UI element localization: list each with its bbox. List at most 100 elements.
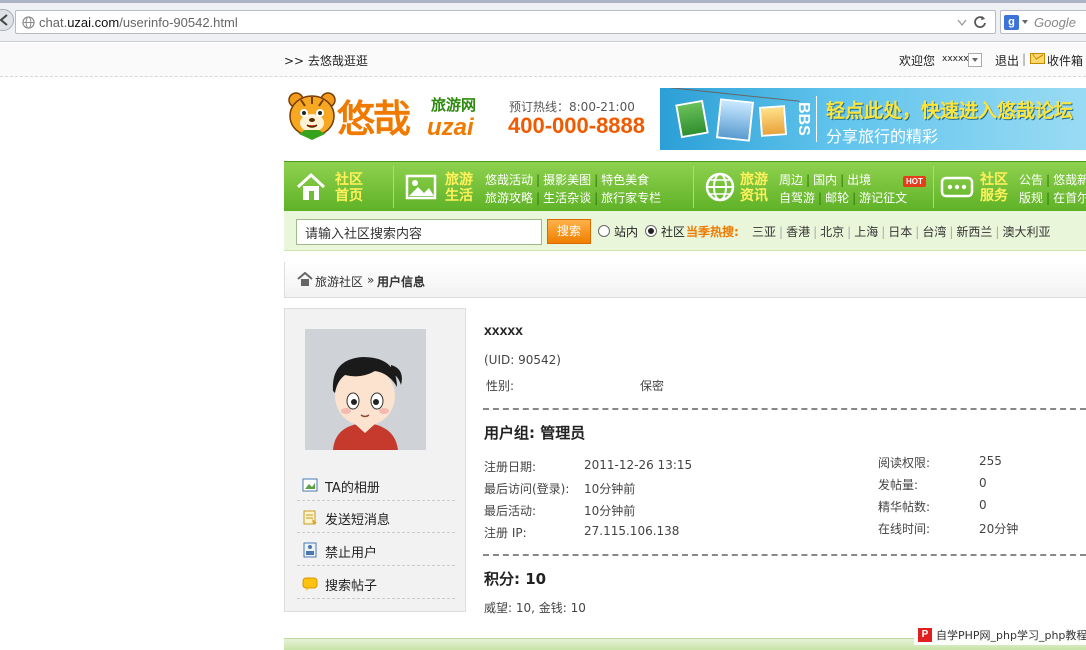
hot-word[interactable]: 三亚	[752, 225, 776, 239]
search-button[interactable]: 搜索	[547, 219, 591, 244]
search-posts-link[interactable]: 搜索帖子	[297, 567, 455, 599]
search-engine-dropdown-icon[interactable]	[1022, 20, 1028, 24]
user-profile-panel: xxxxx (UID: 90542) 性别: 保密 用户组: 管理员 注册日期:…	[483, 308, 1086, 618]
nav-link[interactable]: 生活杂谈	[543, 191, 591, 205]
nav-link[interactable]: 在首尔	[1053, 191, 1086, 205]
divider	[816, 96, 817, 142]
register-date-value: 2011-12-26 13:15	[584, 458, 693, 472]
reload-icon[interactable]	[973, 15, 987, 29]
nav-community-home[interactable]: 社区首页	[335, 172, 369, 204]
hot-word[interactable]: 北京	[820, 225, 844, 239]
album-link[interactable]: TA的相册	[297, 469, 455, 501]
search-posts-icon	[302, 577, 318, 591]
nav-travel-news-links: 周边 | 国内 | 出境 自驾游 | 邮轮 | 游记征文	[779, 173, 908, 205]
logout-link[interactable]: 退出	[995, 52, 1019, 69]
nav-link[interactable]: 游记征文	[859, 191, 907, 205]
hot-word[interactable]: 澳大利亚	[1002, 225, 1050, 239]
nav-travel-news[interactable]: 旅游资讯	[740, 172, 774, 204]
scope-site-label[interactable]: 站内	[614, 223, 638, 240]
community-search-bar: 搜索 站内 社区 当季热搜: 三亚|香港|北京|上海|日本|台湾|新西兰|澳大利…	[284, 211, 1086, 251]
scope-community-radio[interactable]	[645, 225, 657, 237]
go-uzai-link[interactable]: >> 去悠哉逛逛	[284, 52, 368, 69]
breadcrumb-home-link[interactable]: 旅游社区	[315, 273, 363, 290]
watermark-text: 自学PHP网_php学习_php教程	[936, 629, 1086, 642]
mail-icon[interactable]	[1030, 53, 1045, 64]
read-permission-label: 阅读权限:	[878, 456, 931, 470]
nav-community-service-links: 公告 | 悠哉新 版规 | 在首尔	[1019, 171, 1086, 207]
user-menu-dropdown-icon[interactable]	[968, 53, 982, 67]
hot-word[interactable]: 上海	[854, 225, 878, 239]
current-username[interactable]: xxxxx	[942, 54, 969, 64]
search-posts-label: 搜索帖子	[325, 579, 378, 594]
nav-separator	[393, 166, 394, 208]
scope-community-label[interactable]: 社区	[661, 223, 685, 240]
ban-user-link[interactable]: 禁止用户	[297, 534, 455, 566]
welcome-text: 欢迎您	[899, 54, 936, 68]
main-nav: 社区首页 旅游生活 悠哉活动 | 摄影美图 | 特色美食 旅游攻略 | 生活杂谈 | 旅行家专栏…	[284, 161, 1086, 211]
nav-separator	[693, 166, 694, 208]
hotline-number: 400-000-8888	[508, 113, 646, 138]
digest-count-value: 0	[979, 498, 987, 512]
top-utility-bar: >> 去悠哉逛逛 欢迎您 xxxxx 退出 | 收件箱	[0, 43, 1086, 77]
logo-english-text: uzai	[427, 114, 474, 141]
nav-link[interactable]: 出境	[847, 173, 871, 187]
tiger-mascot-icon	[288, 92, 336, 140]
nav-link[interactable]: 旅游攻略	[485, 191, 533, 205]
nav-link[interactable]: 周边	[779, 173, 803, 187]
url-prefix: chat.	[39, 15, 68, 30]
nav-link[interactable]: 版规	[1019, 191, 1043, 205]
site-logo[interactable]: 悠哉 旅游网 uzai	[285, 86, 500, 152]
nav-link[interactable]: 公告	[1019, 173, 1043, 187]
nav-link[interactable]: 自驾游	[779, 191, 815, 205]
inbox-link[interactable]: 收件箱	[1047, 52, 1083, 69]
read-permission-value: 255	[979, 454, 1002, 468]
avatar[interactable]	[305, 329, 426, 450]
nav-link[interactable]: 摄影美图	[543, 173, 591, 187]
nav-link[interactable]: 悠哉新	[1053, 173, 1086, 187]
banner-cta-text: 轻点此处，快速进入悠哉论坛	[826, 100, 1074, 122]
watermark: P 自学PHP网_php学习_php教程	[914, 625, 1086, 645]
send-message-link[interactable]: 发送短消息	[297, 501, 455, 533]
nav-community-service[interactable]: 社区服务	[980, 172, 1014, 204]
nav-link[interactable]: 国内	[813, 173, 837, 187]
nav-link[interactable]: 特色美食	[601, 173, 649, 187]
nav-link[interactable]: 悠哉活动	[485, 173, 533, 187]
scope-site-radio[interactable]	[598, 225, 610, 237]
globe-icon	[705, 172, 735, 202]
logo-subtitle: 旅游网	[431, 96, 477, 114]
browser-search-box[interactable]: g Google	[1000, 10, 1086, 34]
breadcrumb: 旅游社区 » 用户信息	[284, 262, 1086, 298]
profile-score: 积分: 10	[484, 570, 547, 588]
album-icon	[302, 478, 318, 492]
php-logo-icon: P	[918, 628, 932, 642]
home-icon	[297, 272, 313, 286]
google-logo-icon[interactable]: g	[1004, 15, 1019, 30]
search-placeholder: Google	[1034, 15, 1076, 30]
hot-search-label: 当季热搜:	[686, 225, 739, 239]
hot-word[interactable]: 日本	[888, 225, 912, 239]
community-search-input[interactable]	[296, 219, 542, 245]
message-icon	[303, 510, 317, 525]
forum-banner[interactable]: BBS 轻点此处，快速进入悠哉论坛 分享旅行的精彩	[660, 88, 1086, 150]
nav-travel-life[interactable]: 旅游生活	[445, 172, 479, 204]
nav-link[interactable]: 旅行家专栏	[601, 191, 661, 205]
address-bar[interactable]: chat.uzai.com/userinfo-90542.html	[15, 10, 996, 34]
url-text[interactable]: chat.uzai.com/userinfo-90542.html	[39, 15, 238, 30]
chevron-down-icon[interactable]	[957, 17, 967, 27]
gender-value: 保密	[640, 379, 665, 393]
home-icon[interactable]	[294, 170, 328, 204]
divider	[483, 554, 1086, 556]
hot-word[interactable]: 台湾	[922, 225, 946, 239]
banner-photo	[758, 105, 788, 137]
url-domain: uzai.com	[67, 15, 120, 30]
nav-link[interactable]: 邮轮	[825, 191, 849, 205]
profile-credits: 威望: 10, 金钱: 10	[484, 601, 586, 615]
hot-word[interactable]: 新西兰	[956, 225, 992, 239]
back-arrow-icon	[0, 14, 8, 26]
browser-top-edge	[0, 0, 1086, 3]
hot-word[interactable]: 香港	[786, 225, 810, 239]
photo-icon	[405, 174, 437, 200]
back-button[interactable]	[0, 9, 14, 31]
banner-bbs-label: BBS	[795, 102, 812, 136]
banner-photo	[716, 98, 754, 142]
